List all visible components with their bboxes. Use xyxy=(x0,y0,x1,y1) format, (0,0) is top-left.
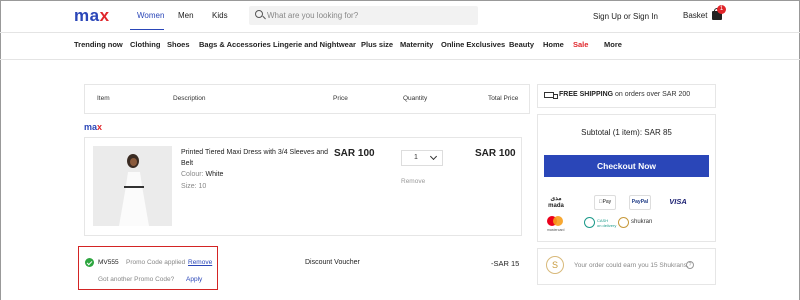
cash-on-delivery-label: CASH on delivery xyxy=(597,218,617,228)
mastercard-label: mastercard xyxy=(547,228,565,232)
search-icon xyxy=(255,10,263,18)
mastercard-icon xyxy=(547,216,563,226)
nav-item-beauty[interactable]: Beauty xyxy=(509,40,534,49)
visa-icon: VISA xyxy=(669,197,687,206)
shukran-coin-icon: S xyxy=(546,256,564,274)
active-tab-underline xyxy=(130,29,164,30)
cash-on-delivery-icon xyxy=(584,217,595,228)
column-header-description: Description xyxy=(173,95,206,102)
nav-item-trending[interactable]: Trending now xyxy=(74,40,123,49)
column-header-price: Price xyxy=(333,95,348,102)
nav-item-lingerie[interactable]: Lingerie and Nightwear xyxy=(273,40,356,49)
nav-item-clothing[interactable]: Clothing xyxy=(130,40,160,49)
shukran-icon xyxy=(618,217,629,228)
info-icon[interactable]: ? xyxy=(686,261,694,269)
product-size: Size: 10 xyxy=(181,183,207,190)
cart-header-row xyxy=(84,84,530,114)
shukran-earn-text: Your order could earn you 15 Shukrans. xyxy=(574,262,689,269)
promo-applied-text: Promo Code applied xyxy=(126,259,186,266)
search-bar[interactable] xyxy=(249,6,478,25)
checkout-button[interactable]: Checkout Now xyxy=(544,155,709,177)
discount-value: -SAR 15 xyxy=(491,259,520,268)
category-nav: Trending now Clothing Shoes Bags & Acces… xyxy=(0,40,800,52)
product-total-price: SAR 100 xyxy=(475,148,516,159)
basket-link[interactable]: Basket xyxy=(683,11,707,20)
check-circle-icon xyxy=(85,258,94,267)
free-shipping-text: FREE SHIPPING on orders over SAR 200 xyxy=(559,91,691,98)
paypal-icon: PayPal xyxy=(629,195,651,210)
quantity-select[interactable]: 1 xyxy=(401,150,443,166)
chevron-down-icon xyxy=(429,152,438,161)
nav-item-plus-size[interactable]: Plus size xyxy=(361,40,393,49)
discount-label: Discount Voucher xyxy=(305,259,360,266)
nav-item-online-exclusives[interactable]: Online Exclusives xyxy=(441,40,505,49)
divider xyxy=(0,59,800,60)
truck-icon xyxy=(544,92,558,99)
divider xyxy=(0,32,800,33)
column-header-item: Item xyxy=(97,95,110,102)
shukran-label: shukran xyxy=(631,219,653,225)
column-header-total: Total Price xyxy=(488,95,519,102)
subtotal-text: Subtotal (1 item): SAR 85 xyxy=(581,128,672,137)
max-logo[interactable]: max xyxy=(74,6,110,26)
remove-item-link[interactable]: Remove xyxy=(401,178,425,185)
basket-count-badge: 1 xyxy=(717,5,726,14)
product-colour: Colour: White xyxy=(181,171,224,178)
search-input[interactable] xyxy=(267,9,467,22)
sign-in-link[interactable]: Sign Up or Sign In xyxy=(593,12,658,21)
product-title[interactable]: Printed Tiered Maxi Dress with 3/4 Sleev… xyxy=(181,147,333,169)
tab-men[interactable]: Men xyxy=(178,11,194,20)
remove-promo-link[interactable]: Remove xyxy=(188,259,212,266)
nav-item-sale[interactable]: Sale xyxy=(573,40,588,49)
promo-code-value: MV555 xyxy=(98,259,119,266)
seller-brand-logo: max xyxy=(84,122,103,132)
apply-promo-link[interactable]: Apply xyxy=(186,276,202,283)
nav-item-home[interactable]: Home xyxy=(543,40,564,49)
promo-code-highlight xyxy=(78,246,218,290)
nav-item-maternity[interactable]: Maternity xyxy=(400,40,433,49)
top-header: max Women Men Kids Sign Up or Sign In Ba… xyxy=(0,0,800,30)
apple-pay-icon: Pay xyxy=(594,195,616,210)
tab-kids[interactable]: Kids xyxy=(212,11,228,20)
mada-icon: مدى mada xyxy=(548,196,564,209)
nav-item-more[interactable]: More xyxy=(604,40,622,49)
column-header-quantity: Quantity xyxy=(403,95,428,102)
product-price: SAR 100 xyxy=(334,148,375,159)
another-promo-text: Got another Promo Code? xyxy=(98,276,175,283)
product-image[interactable] xyxy=(93,146,172,226)
quantity-value: 1 xyxy=(414,154,418,161)
nav-item-bags[interactable]: Bags & Accessories xyxy=(199,40,271,49)
nav-item-shoes[interactable]: Shoes xyxy=(167,40,190,49)
tab-women[interactable]: Women xyxy=(137,11,164,20)
